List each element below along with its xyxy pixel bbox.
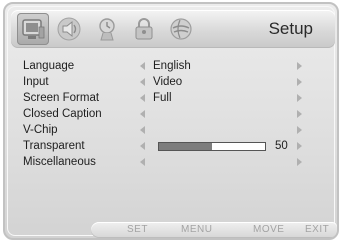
setup-icon [170,18,192,40]
set-key-hint: SET [127,224,148,235]
exit-key-hint: EXIT [305,224,330,235]
arrow-right-icon[interactable] [297,158,302,166]
arrow-right-icon[interactable] [297,62,302,70]
transparency-value: 50 [275,140,288,152]
arrow-left-icon[interactable] [140,158,145,166]
menu-item-label: Input [23,76,49,88]
arrow-right-icon[interactable] [297,110,302,118]
menu-item-label: Miscellaneous [23,156,96,168]
menu-item-value: Full [153,92,172,104]
menu-item-input[interactable]: Input Video [23,75,323,91]
menu-item-v-chip[interactable]: V-Chip [23,123,323,139]
page-title: Setup [268,19,313,38]
arrow-right-icon[interactable] [297,126,302,134]
menu-item-label: V-Chip [23,124,58,136]
tab-lock[interactable] [130,15,158,43]
sound-icon [57,17,81,41]
arrow-right-icon[interactable] [297,78,302,86]
osd-setup-window: Setup Language English Input Video Scree… [3,2,339,240]
tab-setup[interactable] [167,15,195,43]
arrow-left-icon[interactable] [140,126,145,134]
menu-item-value: Video [153,76,183,88]
menu-item-label: Language [23,60,75,72]
arrow-right-icon[interactable] [297,94,302,102]
tab-sound[interactable] [55,15,83,43]
arrow-left-icon[interactable] [140,94,145,102]
button-legend-bar: SET MENU MOVE EXIT [91,222,337,238]
arrow-left-icon[interactable] [140,78,145,86]
tab-picture[interactable] [17,13,49,45]
arrow-left-icon[interactable] [140,62,145,70]
tab-time[interactable] [93,15,121,43]
arrow-left-icon[interactable] [140,110,145,118]
menu-item-language[interactable]: Language English [23,59,323,75]
menu-item-transparent[interactable]: Transparent 50 [23,139,323,155]
setup-menu: Language English Input Video Screen Form… [23,59,323,171]
menu-item-label: Closed Caption [23,108,102,120]
menu-key-hint: MENU [181,224,213,235]
time-icon [99,18,115,41]
menu-item-value: English [153,60,191,72]
transparency-slider[interactable] [158,142,266,151]
move-key-hint: MOVE [253,224,285,235]
slider-fill [159,143,212,150]
menu-item-miscellaneous[interactable]: Miscellaneous [23,155,323,171]
arrow-right-icon[interactable] [297,142,302,150]
lock-icon [135,18,153,40]
menu-item-label: Screen Format [23,92,100,104]
menu-item-closed-caption[interactable]: Closed Caption [23,107,323,123]
menu-item-label: Transparent [23,140,85,152]
menu-item-screen-format[interactable]: Screen Format Full [23,91,323,107]
picture-icon [22,19,45,39]
menu-tab-bar: Setup [11,10,335,48]
arrow-left-icon[interactable] [140,142,145,150]
